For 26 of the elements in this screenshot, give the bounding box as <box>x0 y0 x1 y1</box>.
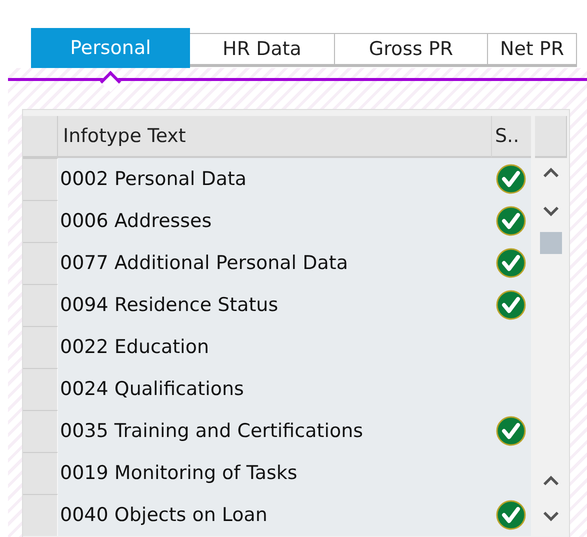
column-header[interactable]: Infotype Text <box>58 116 491 158</box>
row-selector[interactable] <box>23 200 58 242</box>
row-selector[interactable] <box>23 242 58 284</box>
tab[interactable]: Gross PR <box>335 33 488 67</box>
row-selector[interactable] <box>23 158 58 200</box>
row-selector[interactable] <box>23 326 58 368</box>
row-selector[interactable] <box>23 284 58 326</box>
tab[interactable]: Net PR <box>488 33 578 67</box>
row-selector[interactable] <box>23 494 58 536</box>
tab[interactable]: HR Data <box>190 33 335 67</box>
table-cell: 0002 Personal Data <box>58 158 491 200</box>
table-cell: 0077 Additional Personal Data <box>58 242 491 284</box>
table-cell: 0022 Education <box>58 326 491 368</box>
header-corner <box>535 116 567 158</box>
table-cell: 0024 Qualifications <box>58 368 491 410</box>
row-selector[interactable] <box>23 368 58 410</box>
table-cell: 0035 Training and Certifications <box>58 410 491 452</box>
table-cell: 0006 Addresses <box>58 200 491 242</box>
scroll-thumb[interactable] <box>540 232 562 254</box>
row-selector[interactable] <box>23 410 58 452</box>
row-selector[interactable] <box>23 452 58 494</box>
header-corner[interactable] <box>23 116 58 158</box>
table-cell: 0040 Objects on Loan <box>58 494 491 536</box>
column-header[interactable]: S.. <box>491 116 531 158</box>
table-cell: 0019 Monitoring of Tasks <box>58 452 491 494</box>
table-cell: 0094 Residence Status <box>58 284 491 326</box>
